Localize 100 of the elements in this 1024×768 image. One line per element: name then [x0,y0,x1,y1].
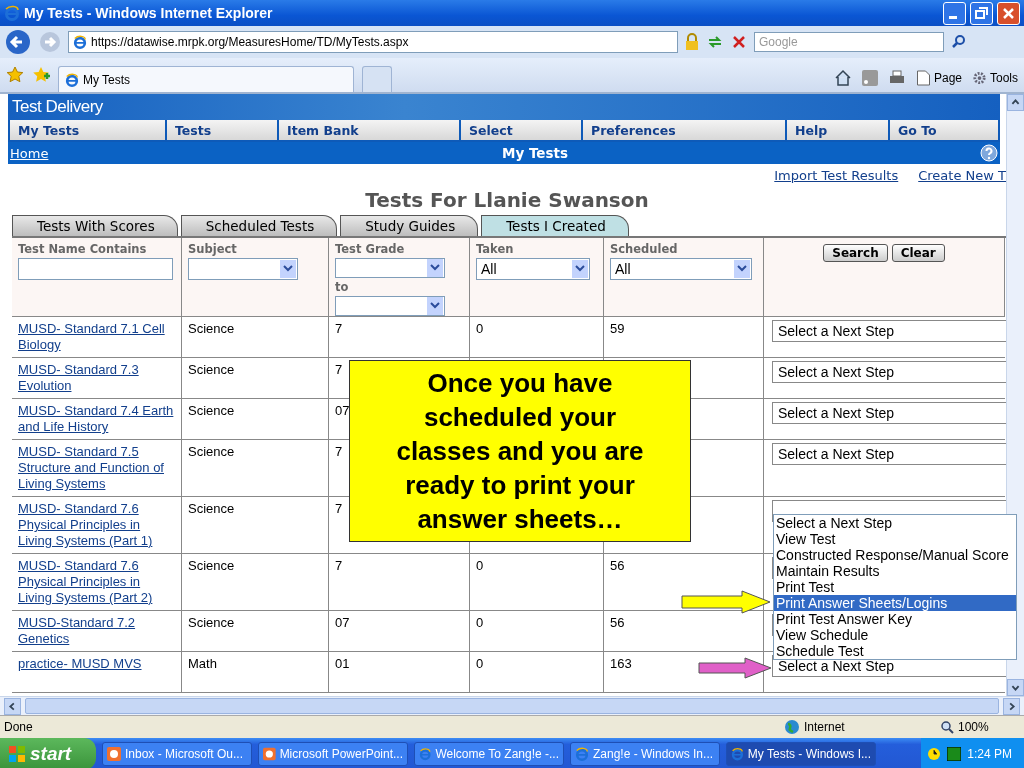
dropdown-option[interactable]: Print Test Answer Key [774,611,1016,627]
dropdown-option[interactable]: Print Test [774,579,1016,595]
minimize-icon[interactable] [943,1,966,25]
text-field[interactable] [18,258,173,280]
taskbar-item[interactable]: Welcome To Zang!e -... [414,742,564,766]
tab[interactable]: Scheduled Tests [180,215,338,236]
dropdown[interactable] [335,258,445,278]
callout-text: Once you have scheduled your classes and you are ready to print your answer sheets… [349,360,691,542]
menu-item[interactable]: Preferences [583,120,785,140]
caret-icon[interactable] [734,260,750,278]
test-link[interactable]: MUSD- Standard 7.1 Cell Biology [18,321,175,353]
next-step-dropdown[interactable]: Select a Next Step [772,443,1006,465]
windows-logo-icon [8,745,26,763]
restore-icon[interactable] [970,1,993,25]
page-heading: Tests For Llanie Swanson [364,187,650,214]
menu-item[interactable]: Go To [890,120,998,140]
menu-item[interactable]: My Tests [10,120,165,140]
home-icon[interactable] [833,69,852,87]
taskbar-item[interactable]: Inbox - Microsoft Ou... [102,742,252,766]
star-icon[interactable] [6,66,24,84]
filter-button[interactable]: Clear [891,244,945,262]
app-icon [263,747,276,761]
close-icon[interactable] [997,1,1020,25]
dropdown-option[interactable]: Maintain Results [774,563,1016,579]
table-cell: Science [182,554,329,611]
table-cell: 0 [470,652,604,693]
zoom-icon[interactable] [940,720,954,734]
taskbar-item[interactable]: My Tests - Windows I... [726,742,876,766]
caret-icon[interactable] [572,260,588,278]
dropdown-option[interactable]: Select a Next Step [774,515,1016,531]
scrollbar-thumb[interactable] [25,698,999,714]
test-link[interactable]: MUSD- Standard 7.3 Evolution [18,362,175,394]
menu-item[interactable]: Item Bank [279,120,459,140]
tab[interactable]: Tests I Created [481,215,629,236]
dropdown-option[interactable]: View Test [774,531,1016,547]
arrow-icon [681,590,771,614]
table-cell: 0 [470,317,604,358]
dropdown[interactable] [188,258,298,280]
next-step-dropdown[interactable]: Select a Next Step [772,402,1006,424]
ie-icon [4,5,20,21]
dropdown[interactable] [335,296,445,316]
table-cell: Science [182,611,329,652]
back-icon[interactable] [4,28,32,56]
page-icon [915,70,931,86]
zoom-level[interactable]: 100% [958,720,989,734]
filter-label: Test Name Contains [18,242,148,256]
dropdown[interactable]: All [610,258,752,280]
dropdown-option[interactable]: Print Answer Sheets/Logins [774,595,1016,611]
tools-menu[interactable]: Tools [972,70,1018,86]
add-favorite-icon[interactable] [32,66,50,84]
next-step-dropdown[interactable]: Select a Next Step [772,320,1006,342]
taskbar-item[interactable]: Zang!e - Windows In... [570,742,720,766]
table-cell: 56 [604,611,764,652]
test-link[interactable]: MUSD- Standard 7.6 Physical Principles in Living Systems (Part 2) [18,558,175,606]
dropdown[interactable]: All [476,258,590,280]
clock: 1:24 PM [967,747,1012,761]
search-field[interactable]: Google [754,32,944,52]
tab[interactable]: Study Guides [340,215,479,236]
table-cell: 7 [329,554,470,611]
test-link[interactable]: MUSD- Standard 7.5 Structure and Function of Living Systems [18,444,175,492]
filter-label: to [335,280,350,294]
browser-tab[interactable]: My Tests [58,66,354,92]
page-menu[interactable]: Page [915,70,962,86]
test-link[interactable]: practice- MUSD MVS [18,656,175,672]
caret-icon[interactable] [280,260,296,278]
table-cell: 07 [329,611,470,652]
scroll-down-icon[interactable] [1007,679,1024,696]
caret-icon[interactable] [427,297,443,315]
filter-label: Scheduled [610,242,679,256]
menu-item[interactable]: Help [787,120,888,140]
arrow-icon [698,657,772,679]
ie-icon [73,35,87,49]
table-cell: 7 [329,317,470,358]
dropdown-list[interactable]: Select a Next Step View Test Constructed Response/Manual Score Maintain Results Print Test Print Answer Sheets/Logins Print Test Answer Key View Schedule Schedule Test [773,514,1017,660]
help-icon[interactable] [980,144,998,162]
home-link[interactable]: Home [8,145,70,161]
scroll-right-icon[interactable] [1003,697,1020,715]
scroll-up-icon[interactable] [1007,94,1024,111]
tab[interactable]: Tests With Scores [12,215,178,236]
scroll-left-icon[interactable] [4,697,21,715]
table-cell: 0 [470,611,604,652]
feed-icon[interactable] [861,70,878,86]
menu-item[interactable]: Select [461,120,581,140]
taskbar-item[interactable]: Microsoft PowerPoint... [258,742,408,766]
next-step-dropdown[interactable]: Select a Next Step [772,361,1006,383]
link[interactable]: Create New T [918,167,1006,183]
test-link[interactable]: MUSD- Standard 7.6 Physical Principles in Living Systems (Part 1) [18,501,175,549]
link[interactable]: Import Test Results [774,167,899,183]
filter-button[interactable]: Search [823,244,888,262]
tray-app-icon [947,747,962,761]
menu-item[interactable]: Tests [167,120,277,140]
dropdown-option[interactable]: View Schedule [774,627,1016,643]
table-cell: Science [182,440,329,497]
app-icon [107,747,121,761]
dropdown-option[interactable]: Constructed Response/Manual Score [774,547,1016,563]
test-link[interactable]: MUSD- Standard 7.4 Earth and Life History [18,403,175,435]
test-link[interactable]: MUSD-Standard 7.2 Genetics [18,615,175,647]
address-field[interactable]: https://datawise.mrpk.org/MeasuresHome/TD/MyTests.aspx [68,31,678,53]
table-cell: Science [182,317,329,358]
caret-icon[interactable] [427,259,443,277]
